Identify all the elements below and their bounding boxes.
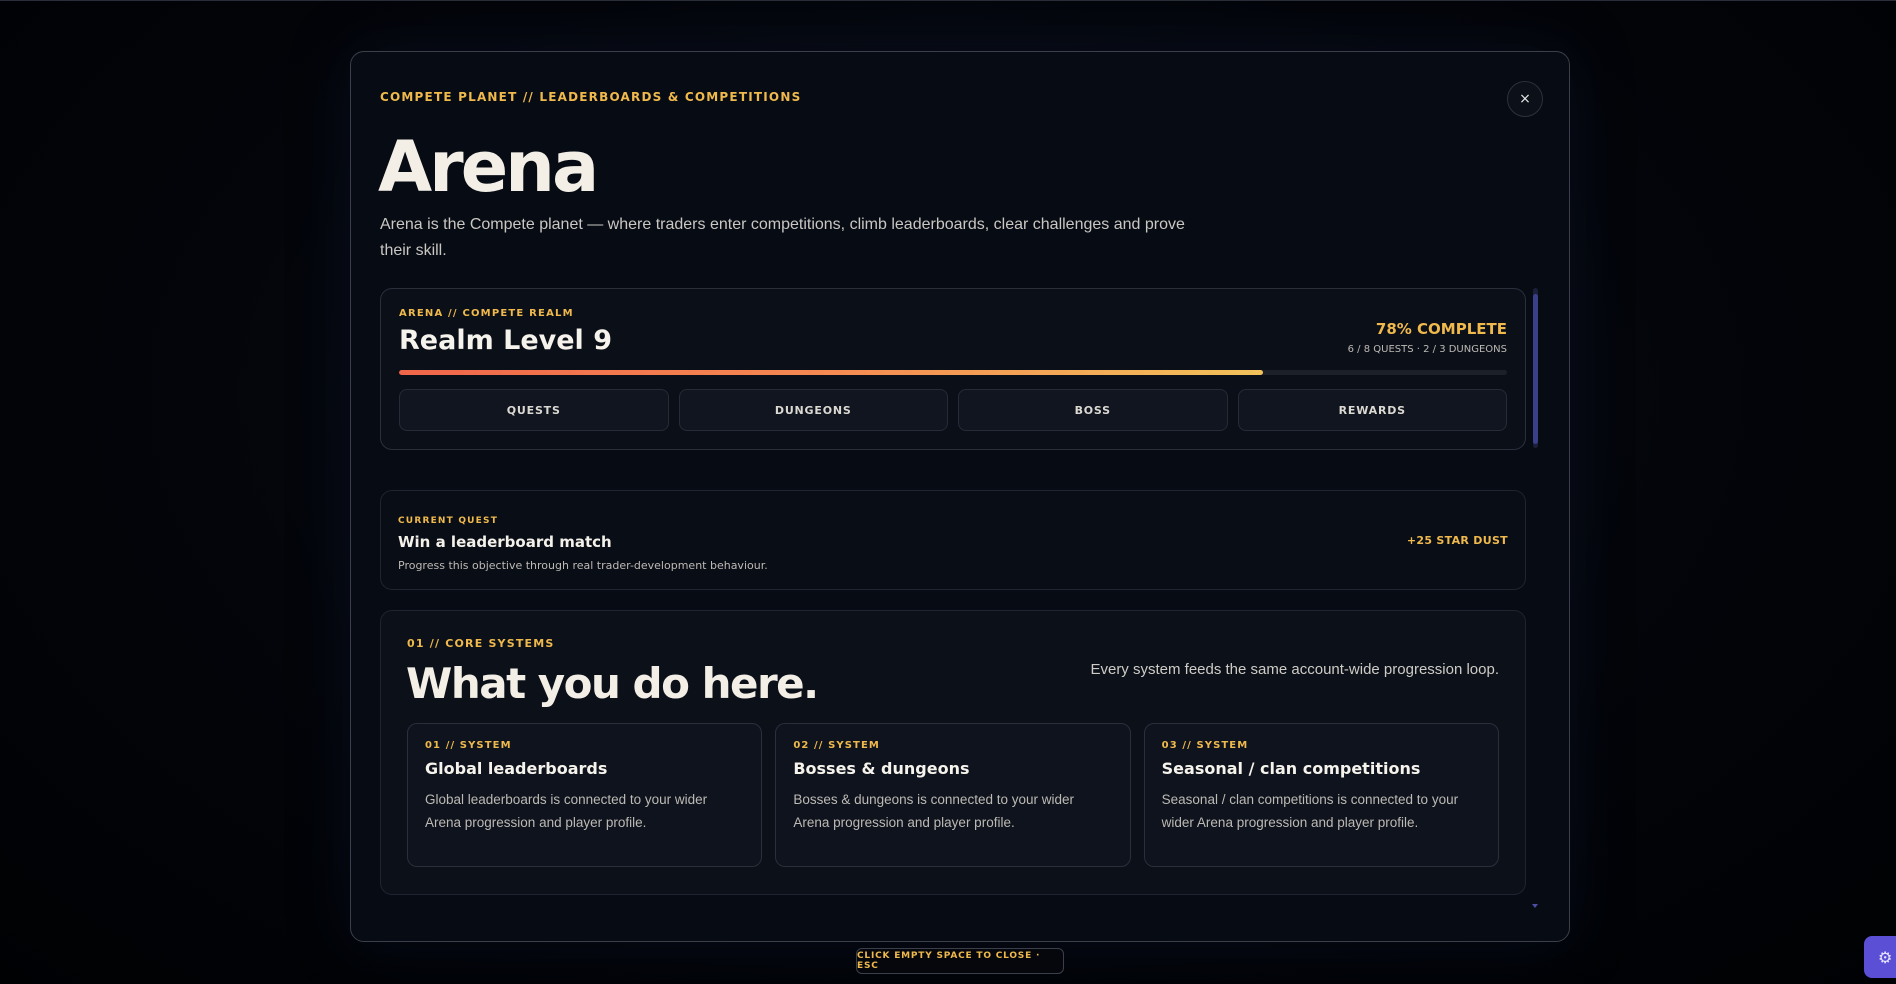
close-icon: × xyxy=(1519,91,1531,107)
realm-progress-bar xyxy=(399,370,1507,375)
scrollbar-thumb[interactable] xyxy=(1533,294,1538,444)
core-title: What you do here. xyxy=(406,659,819,708)
quest-title: Win a leaderboard match xyxy=(398,533,612,551)
system-card-bosses-dungeons[interactable]: 02 // SYSTEM Bosses & dungeons Bosses & … xyxy=(775,723,1131,867)
quest-reward: +25 STAR DUST xyxy=(1406,534,1508,547)
core-systems-section: 01 // CORE SYSTEMS What you do here. Eve… xyxy=(380,610,1526,895)
current-quest-card[interactable]: CURRENT QUEST Win a leaderboard match Pr… xyxy=(380,490,1526,590)
system-title: Seasonal / clan competitions xyxy=(1161,759,1421,778)
system-card-global-leaderboards[interactable]: 01 // SYSTEM Global leaderboards Global … xyxy=(407,723,763,867)
quest-description: Progress this objective through real tra… xyxy=(398,559,768,572)
scrollbar[interactable] xyxy=(1533,288,1538,448)
core-tagline: Every system feeds the same account-wide… xyxy=(1090,661,1499,678)
realm-progress-summary: 6 / 8 QUESTS · 2 / 3 DUNGEONS xyxy=(1347,344,1507,355)
realm-percent-complete: 78% COMPLETE xyxy=(1375,320,1507,338)
tab-rewards[interactable]: REWARDS xyxy=(1237,389,1507,431)
core-kicker: 01 // CORE SYSTEMS xyxy=(407,637,555,650)
system-title: Global leaderboards xyxy=(425,759,608,778)
realm-progress-fill xyxy=(399,370,1264,375)
settings-button[interactable]: ⚙ xyxy=(1864,936,1896,978)
modal-kicker: COMPETE PLANET // LEADERBOARDS & COMPETI… xyxy=(380,90,802,104)
system-description: Bosses & dungeons is connected to your w… xyxy=(793,792,1074,830)
system-kicker: 03 // SYSTEM xyxy=(1161,740,1249,751)
system-kicker: 01 // SYSTEM xyxy=(425,740,512,751)
planet-modal: COMPETE PLANET // LEADERBOARDS & COMPETI… xyxy=(350,51,1570,942)
window-top-edge xyxy=(0,0,1896,1)
realm-tabs: QUESTS DUNGEONS BOSS REWARDS xyxy=(399,389,1507,431)
tab-dungeons[interactable]: DUNGEONS xyxy=(678,389,948,431)
close-button[interactable]: × xyxy=(1507,81,1543,117)
realm-kicker: ARENA // COMPETE REALM xyxy=(399,308,574,319)
page-description: Arena is the Compete planet — where trad… xyxy=(380,216,1185,259)
system-cards: 01 // SYSTEM Global leaderboards Global … xyxy=(407,723,1499,867)
system-description: Global leaderboards is connected to your… xyxy=(425,792,708,830)
gear-icon: ⚙ xyxy=(1878,947,1893,967)
system-kicker: 02 // SYSTEM xyxy=(793,740,880,751)
close-hint[interactable]: CLICK EMPTY SPACE TO CLOSE · ESC xyxy=(856,948,1064,974)
system-card-seasonal-competitions[interactable]: 03 // SYSTEM Seasonal / clan competition… xyxy=(1143,723,1499,867)
system-description: Seasonal / clan competitions is connecte… xyxy=(1161,792,1459,830)
tab-boss[interactable]: BOSS xyxy=(958,389,1228,431)
system-title: Bosses & dungeons xyxy=(793,759,970,778)
tab-quests[interactable]: QUESTS xyxy=(399,389,669,431)
quest-kicker: CURRENT QUEST xyxy=(398,516,499,526)
realm-progress-card: ARENA // COMPETE REALM Realm Level 9 78%… xyxy=(380,288,1526,450)
realm-level-title: Realm Level 9 xyxy=(399,325,612,356)
page-title: Arena xyxy=(378,126,599,208)
scroll-down-arrow-icon[interactable] xyxy=(1532,904,1538,908)
